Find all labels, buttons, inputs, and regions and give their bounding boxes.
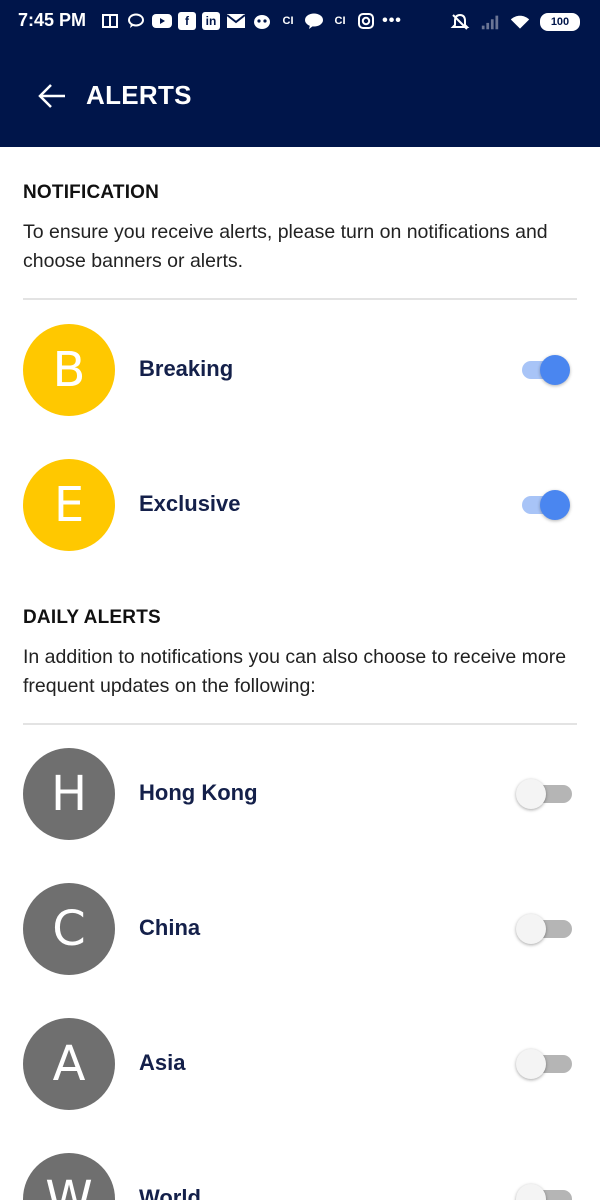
exclusive-toggle[interactable] [522, 489, 572, 521]
app-bar: ALERTS [0, 44, 600, 147]
arrow-left-icon [37, 83, 67, 109]
toggle-thumb [516, 914, 546, 944]
status-system-icons: 100 [450, 11, 580, 33]
avatar: E [23, 459, 115, 551]
ci-icon: CI [334, 15, 346, 27]
toggle-thumb [516, 779, 546, 809]
alert-label: World [139, 1185, 201, 1200]
alarm-off-icon [450, 12, 470, 32]
status-time: 7:45 PM [18, 10, 87, 30]
hkt-icon [304, 11, 324, 31]
china-toggle[interactable] [516, 913, 572, 945]
toggle-thumb [540, 490, 570, 520]
flipboard-icon: f [178, 12, 196, 30]
breaking-toggle[interactable] [522, 354, 572, 386]
linkedin-icon: in [202, 12, 220, 30]
status-bar: 7:45 PM f in CI CI ••• 100 [0, 0, 600, 44]
youtube-icon [152, 11, 172, 31]
gmail-icon [226, 11, 246, 31]
toggle-thumb [516, 1184, 546, 1200]
notification-section-description: To ensure you receive alerts, please tur… [23, 221, 548, 272]
alert-label: Hong Kong [139, 780, 258, 805]
alert-row-asia[interactable]: A Asia [0, 1018, 600, 1110]
notification-section-title: NOTIFICATION [23, 182, 160, 203]
avatar: C [23, 883, 115, 975]
instagram-icon [356, 11, 376, 31]
alert-label: Exclusive [139, 491, 241, 516]
page-title: ALERTS [86, 80, 192, 110]
more-icon: ••• [382, 12, 402, 29]
divider [23, 298, 577, 300]
battery-icon: 100 [540, 13, 580, 31]
daily-alerts-section-description: In addition to notifications you can als… [23, 646, 567, 697]
hong-kong-toggle[interactable] [516, 778, 572, 810]
alert-label: Asia [139, 1050, 186, 1075]
alert-label: China [139, 915, 201, 940]
back-button[interactable] [28, 74, 76, 118]
chat-bubble-icon [126, 11, 146, 31]
alert-label: Breaking [139, 356, 234, 381]
asia-toggle[interactable] [516, 1048, 572, 1080]
avatar: W [23, 1153, 115, 1200]
toggle-thumb [516, 1049, 546, 1079]
mascot-icon [252, 11, 272, 31]
world-toggle[interactable] [516, 1183, 572, 1200]
alert-row-hong-kong[interactable]: H Hong Kong [0, 748, 600, 840]
book-icon [100, 11, 120, 31]
alert-row-exclusive[interactable]: E Exclusive [0, 459, 600, 551]
toggle-thumb [540, 355, 570, 385]
status-notification-icons: f in CI CI ••• [100, 10, 402, 32]
avatar: H [23, 748, 115, 840]
avatar: B [23, 324, 115, 416]
signal-icon [480, 12, 500, 32]
avatar: A [23, 1018, 115, 1110]
ci-icon: CI [282, 15, 294, 27]
divider [23, 723, 577, 725]
alert-row-china[interactable]: C China [0, 883, 600, 975]
alert-row-breaking[interactable]: B Breaking [0, 324, 600, 416]
alert-row-world[interactable]: W World [0, 1153, 600, 1200]
wifi-icon [510, 12, 530, 32]
daily-alerts-section-title: DAILY ALERTS [23, 607, 161, 628]
